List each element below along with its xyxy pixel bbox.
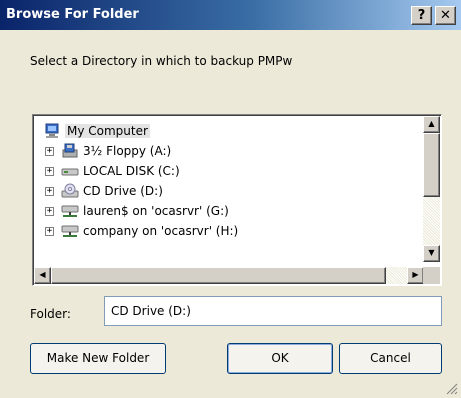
tree-item-network-g[interactable]: + lauren$ on 'ocasrvr' (G:) (45, 201, 229, 221)
vertical-scrollbar[interactable]: ▲ ▼ (423, 116, 440, 262)
folder-tree[interactable]: My Computer + 3½ Floppy (A:) + LOCAL DIS… (32, 114, 442, 286)
help-button[interactable]: ? (411, 6, 432, 25)
scroll-left-icon[interactable]: ◀ (34, 267, 51, 284)
cancel-button[interactable]: Cancel (339, 343, 442, 374)
ok-button[interactable]: OK (227, 343, 333, 374)
tree-item-label: CD Drive (D:) (83, 184, 163, 198)
tree-item-my-computer[interactable]: My Computer (43, 121, 150, 141)
horizontal-scrollbar[interactable]: ◀ ▶ (34, 267, 424, 284)
tree-item-label: company on 'ocasrvr' (H:) (83, 224, 239, 238)
window-title: Browse For Folder (6, 7, 139, 22)
tree-item-cd-drive[interactable]: + CD Drive (D:) (45, 181, 163, 201)
scroll-up-icon[interactable]: ▲ (423, 116, 440, 133)
browse-for-folder-dialog: Browse For Folder ? ✕ Select a Directory… (0, 0, 461, 398)
folder-input[interactable] (104, 296, 442, 326)
scroll-right-icon[interactable]: ▶ (407, 267, 424, 284)
expand-toggle[interactable]: + (45, 146, 54, 156)
dialog-prompt: Select a Directory in which to backup PM… (30, 54, 293, 68)
network-drive-icon (61, 203, 79, 219)
hard-disk-icon (61, 163, 79, 179)
title-bar[interactable]: Browse For Folder ? ✕ (0, 0, 461, 30)
expand-toggle[interactable]: + (45, 206, 54, 216)
tree-item-label: 3½ Floppy (A:) (83, 144, 172, 158)
cd-drive-icon (61, 183, 79, 199)
resize-grip-icon[interactable] (446, 383, 458, 395)
network-drive-icon (61, 223, 79, 239)
floppy-drive-icon (61, 143, 79, 159)
tree-item-network-h[interactable]: + company on 'ocasrvr' (H:) (45, 221, 238, 241)
tree-item-label: LOCAL DISK (C:) (83, 164, 180, 178)
my-computer-icon (43, 123, 61, 139)
close-button[interactable]: ✕ (435, 6, 456, 25)
expand-toggle[interactable]: + (45, 186, 54, 196)
scroll-down-icon[interactable]: ▼ (423, 245, 440, 262)
expand-toggle[interactable]: + (45, 166, 54, 176)
tree-item-label: My Computer (65, 124, 150, 138)
folder-label: Folder: (30, 307, 71, 321)
tree-item-label: lauren$ on 'ocasrvr' (G:) (83, 204, 229, 218)
make-new-folder-button[interactable]: Make New Folder (30, 343, 166, 374)
horizontal-scroll-thumb[interactable] (51, 267, 386, 284)
vertical-scroll-thumb[interactable] (423, 133, 440, 197)
expand-toggle[interactable]: + (45, 226, 54, 236)
tree-item-local-disk[interactable]: + LOCAL DISK (C:) (45, 161, 180, 181)
tree-item-floppy[interactable]: + 3½ Floppy (A:) (45, 141, 171, 161)
scrollbar-corner (423, 267, 440, 284)
